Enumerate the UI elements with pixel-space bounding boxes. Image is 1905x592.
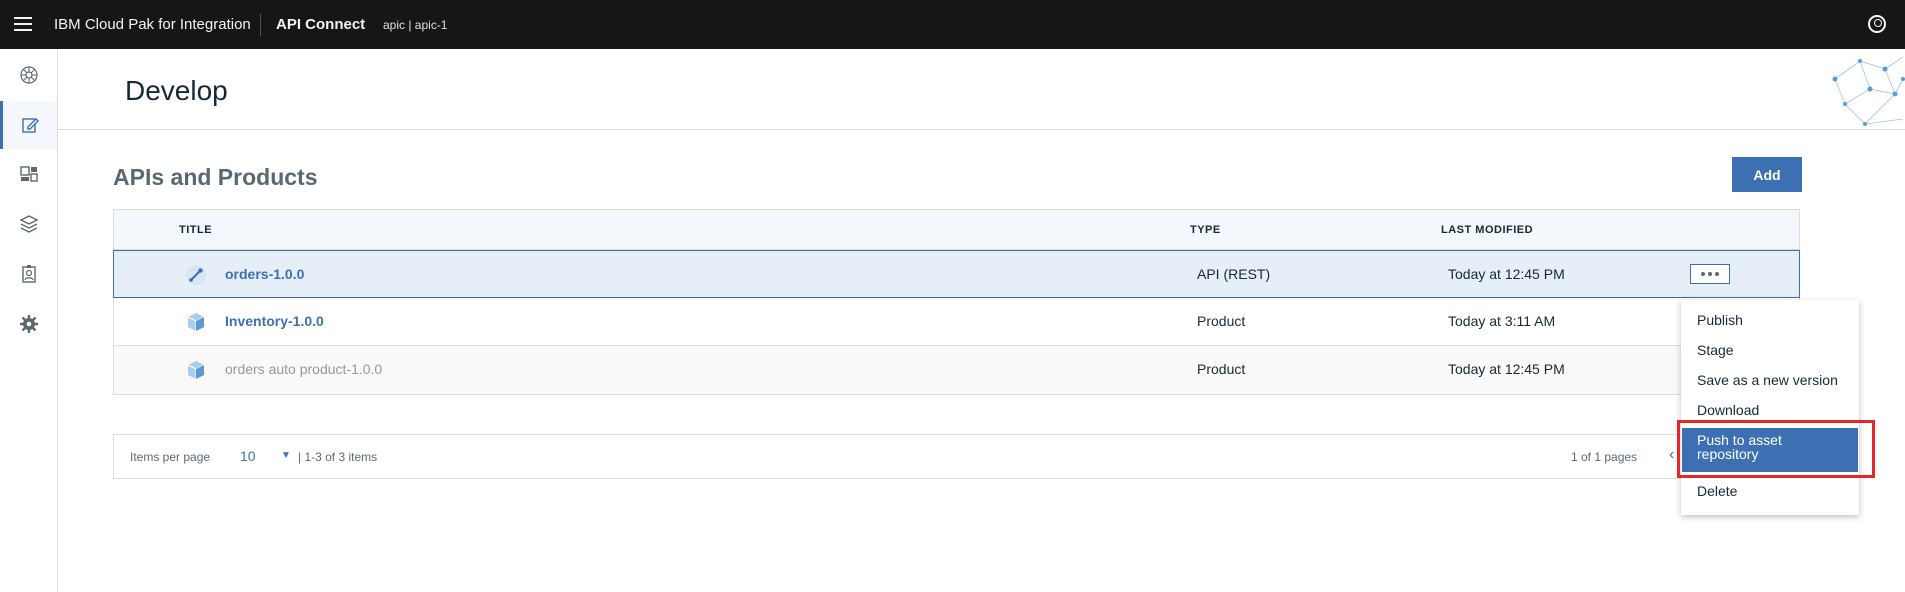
- network-graphic: [1832, 56, 1905, 126]
- row-title-link[interactable]: orders auto product-1.0.0: [225, 361, 382, 377]
- apis-products-table: TITLE TYPE LAST MODIFIED orders-1.0.0 AP…: [113, 209, 1800, 395]
- network-icon: [19, 66, 38, 84]
- overflow-menu: Publish Stage Save as a new version Down…: [1681, 300, 1859, 515]
- menu-item-delete[interactable]: Delete: [1697, 483, 1737, 499]
- row-last-modified: Today at 12:45 PM: [1448, 266, 1565, 282]
- side-navigation: [0, 49, 58, 592]
- header-divider: [260, 14, 261, 36]
- row-type: Product: [1197, 361, 1246, 377]
- table-row[interactable]: Inventory-1.0.0 Product Today at 3:11 AM: [114, 298, 1799, 346]
- badge-icon: [21, 265, 36, 283]
- product-box-icon: [187, 361, 205, 379]
- pagination-bar: Items per page 10 ▼ | 1-3 of 3 items 1 o…: [113, 434, 1800, 479]
- nav-members[interactable]: [0, 250, 57, 298]
- section-title: APIs and Products: [113, 164, 318, 190]
- instance-name: apic | apic-1: [383, 18, 448, 32]
- table-row[interactable]: orders-1.0.0 API (REST) Today at 12:45 P…: [113, 250, 1800, 298]
- overflow-menu-button[interactable]: [1690, 264, 1730, 284]
- items-per-page-label: Items per page: [130, 450, 211, 464]
- product-name[interactable]: API Connect: [276, 16, 365, 33]
- layers-icon: [18, 215, 39, 233]
- nav-manage[interactable]: [0, 150, 57, 198]
- nav-settings[interactable]: [0, 300, 57, 348]
- page-header: Develop: [58, 49, 1905, 130]
- highlight-annotation-box: [1677, 420, 1875, 478]
- menu-item-save-new-version[interactable]: Save as a new version: [1697, 372, 1838, 388]
- product-box-icon: [187, 313, 205, 331]
- items-per-page-select[interactable]: 10: [240, 448, 256, 464]
- page-count: 1 of 1 pages: [1571, 450, 1638, 464]
- nav-develop[interactable]: [0, 101, 57, 149]
- brand-name[interactable]: IBM Cloud Pak for Integration: [54, 16, 251, 33]
- page-title: Develop: [125, 75, 228, 106]
- row-last-modified: Today at 3:11 AM: [1448, 313, 1556, 329]
- menu-item-stage[interactable]: Stage: [1697, 342, 1734, 358]
- menu-icon[interactable]: [14, 15, 32, 33]
- add-button[interactable]: Add: [1732, 157, 1802, 192]
- column-last-modified[interactable]: LAST MODIFIED: [1441, 224, 1533, 236]
- dashboard-icon: [19, 166, 38, 182]
- nav-dashboard[interactable]: [0, 51, 57, 99]
- menu-item-download[interactable]: Download: [1697, 402, 1759, 418]
- gear-icon: [19, 315, 38, 333]
- row-title-link[interactable]: orders-1.0.0: [225, 266, 304, 282]
- column-type[interactable]: TYPE: [1190, 224, 1221, 236]
- edit-icon: [22, 118, 39, 133]
- table-header: TITLE TYPE LAST MODIFIED: [114, 210, 1799, 250]
- items-range: | 1-3 of 3 items: [298, 450, 378, 464]
- column-title[interactable]: TITLE: [179, 224, 212, 236]
- api-icon: [186, 265, 206, 285]
- menu-item-publish[interactable]: Publish: [1697, 312, 1743, 328]
- chevron-down-icon[interactable]: ▼: [281, 450, 291, 461]
- nav-catalogs[interactable]: [0, 200, 57, 248]
- row-type: API (REST): [1197, 266, 1271, 282]
- user-avatar-icon[interactable]: [1868, 15, 1886, 33]
- row-type: Product: [1197, 313, 1246, 329]
- top-header: IBM Cloud Pak for Integration API Connec…: [0, 0, 1905, 49]
- row-last-modified: Today at 12:45 PM: [1448, 361, 1565, 377]
- table-row[interactable]: orders auto product-1.0.0 Product Today …: [114, 346, 1799, 394]
- row-title-link[interactable]: Inventory-1.0.0: [225, 313, 324, 329]
- chevron-left-icon[interactable]: ‹: [1669, 446, 1674, 464]
